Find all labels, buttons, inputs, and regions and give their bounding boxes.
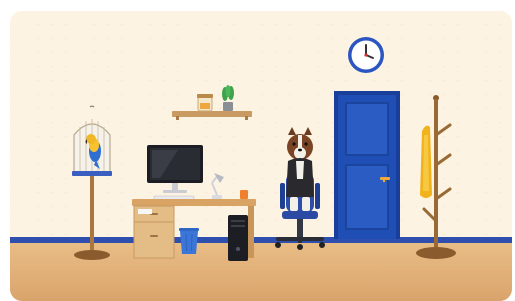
potted-plant-icon[interactable] bbox=[222, 85, 234, 111]
trash-can-icon[interactable] bbox=[178, 227, 200, 255]
coat-rack-icon[interactable] bbox=[414, 95, 458, 263]
desk-lamp-icon[interactable] bbox=[211, 173, 224, 199]
raincoat-icon[interactable] bbox=[420, 125, 432, 198]
room-scene bbox=[10, 11, 512, 301]
shelf-icon[interactable] bbox=[170, 85, 254, 121]
mug-icon[interactable] bbox=[240, 190, 248, 199]
birdcage-icon[interactable] bbox=[70, 105, 114, 261]
desk-icon[interactable] bbox=[130, 143, 270, 259]
clock-icon[interactable] bbox=[346, 35, 386, 75]
pc-tower-icon[interactable] bbox=[228, 215, 248, 261]
jar-icon[interactable] bbox=[197, 94, 213, 112]
door-icon[interactable] bbox=[334, 91, 400, 239]
office-chair-icon[interactable] bbox=[270, 127, 330, 259]
monitor-icon[interactable] bbox=[147, 145, 203, 193]
